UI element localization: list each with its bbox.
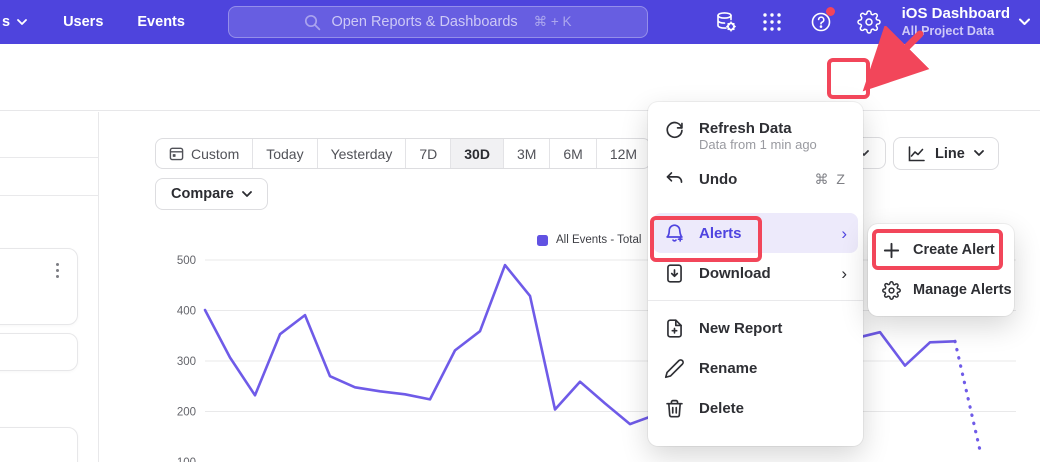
sidebar-divider	[0, 157, 99, 158]
dashboard-card[interactable]	[0, 248, 78, 325]
new-report-icon	[664, 318, 685, 339]
app-window: 500 400 300 200 100 All Events - Total s…	[0, 0, 1040, 462]
menu-item-download[interactable]: Download ›	[648, 253, 863, 293]
search-placeholder: Open Reports & Dashboards	[331, 14, 517, 30]
refresh-icon	[664, 120, 685, 141]
search-icon	[304, 14, 321, 31]
gear-icon	[882, 281, 901, 300]
submenu-chevron-icon: ›	[841, 225, 847, 242]
menu-separator	[648, 300, 863, 301]
nav-item-boards-partial[interactable]: s	[2, 14, 27, 30]
y-axis-labels: 500 400 300 200 100	[177, 255, 196, 462]
trash-icon	[664, 398, 685, 419]
svg-text:300: 300	[177, 356, 196, 368]
dashboard-sidebar	[0, 112, 99, 462]
sidebar-divider	[0, 195, 99, 196]
dashboard-card[interactable]	[0, 427, 78, 462]
svg-text:400: 400	[177, 306, 196, 318]
top-navigation-bar: s Users Events Open Reports & Dashboards…	[0, 0, 1040, 44]
project-name: iOS Dashboard	[902, 4, 1010, 23]
date-range-control: Custom Today Yesterday 7D 30D 3M 6M 12M	[155, 138, 651, 169]
dashboard-card[interactable]	[0, 333, 78, 371]
search-input[interactable]: Open Reports & Dashboards ⌘ + K	[228, 6, 648, 38]
menu-item-new-report[interactable]: New Report	[648, 308, 863, 348]
pencil-icon	[664, 358, 685, 379]
calendar-icon	[169, 146, 184, 161]
date-range-yesterday[interactable]: Yesterday	[317, 139, 406, 168]
apps-grid-icon[interactable]	[761, 11, 783, 33]
settings-icon[interactable]	[857, 10, 881, 34]
chevron-down-icon	[1019, 18, 1030, 26]
submenu-item-create-alert[interactable]: Create Alert	[868, 230, 1014, 270]
menu-item-refresh-sublabel: Data from 1 min ago	[699, 137, 863, 159]
compare-button[interactable]: Compare	[155, 178, 268, 210]
nav-item-users[interactable]: Users	[63, 14, 103, 30]
svg-text:500: 500	[177, 255, 196, 267]
date-range-12m[interactable]: 12M	[596, 139, 650, 168]
chevron-down-icon	[242, 191, 252, 198]
nav-item-events[interactable]: Events	[137, 14, 185, 30]
chart-legend: All Events - Total	[537, 234, 641, 246]
date-range-7d[interactable]: 7D	[405, 139, 450, 168]
card-menu-icon[interactable]	[56, 263, 59, 278]
context-menu: Refresh Data Data from 1 min ago Undo ⌘ …	[648, 102, 863, 446]
download-icon	[664, 263, 685, 284]
plus-icon	[882, 241, 901, 260]
menu-item-rename[interactable]: Rename	[648, 348, 863, 388]
report-header	[0, 44, 1040, 111]
svg-text:100: 100	[177, 457, 196, 462]
chevron-down-icon	[17, 19, 27, 26]
chevron-down-icon	[974, 150, 984, 157]
data-management-icon[interactable]	[714, 10, 738, 34]
search-shortcut: ⌘ + K	[534, 14, 572, 30]
submenu-item-manage-alerts[interactable]: Manage Alerts	[868, 270, 1014, 310]
legend-label: All Events - Total	[556, 234, 641, 246]
menu-item-undo[interactable]: Undo ⌘ Z	[648, 159, 863, 199]
date-range-30d[interactable]: 30D	[450, 139, 503, 168]
chart-type-selector[interactable]: Line	[893, 137, 999, 170]
notification-dot	[826, 7, 835, 16]
alerts-submenu: Create Alert Manage Alerts	[868, 224, 1014, 316]
date-range-6m[interactable]: 6M	[549, 139, 595, 168]
date-range-3m[interactable]: 3M	[503, 139, 549, 168]
project-subtitle: All Project Data	[902, 23, 1010, 39]
date-range-custom[interactable]: Custom	[156, 139, 252, 168]
line-chart-icon	[908, 146, 926, 162]
undo-shortcut: ⌘ Z	[815, 171, 847, 188]
bell-plus-icon	[664, 223, 685, 244]
legend-swatch	[537, 235, 548, 246]
series-line-dotted	[955, 341, 980, 450]
date-range-today[interactable]: Today	[252, 139, 316, 168]
menu-item-alerts[interactable]: Alerts ›	[653, 213, 858, 253]
menu-item-delete[interactable]: Delete	[648, 388, 863, 428]
submenu-chevron-icon: ›	[841, 265, 847, 282]
undo-icon	[664, 169, 685, 190]
svg-text:200: 200	[177, 407, 196, 419]
project-selector[interactable]: iOS Dashboard All Project Data	[902, 4, 1030, 39]
